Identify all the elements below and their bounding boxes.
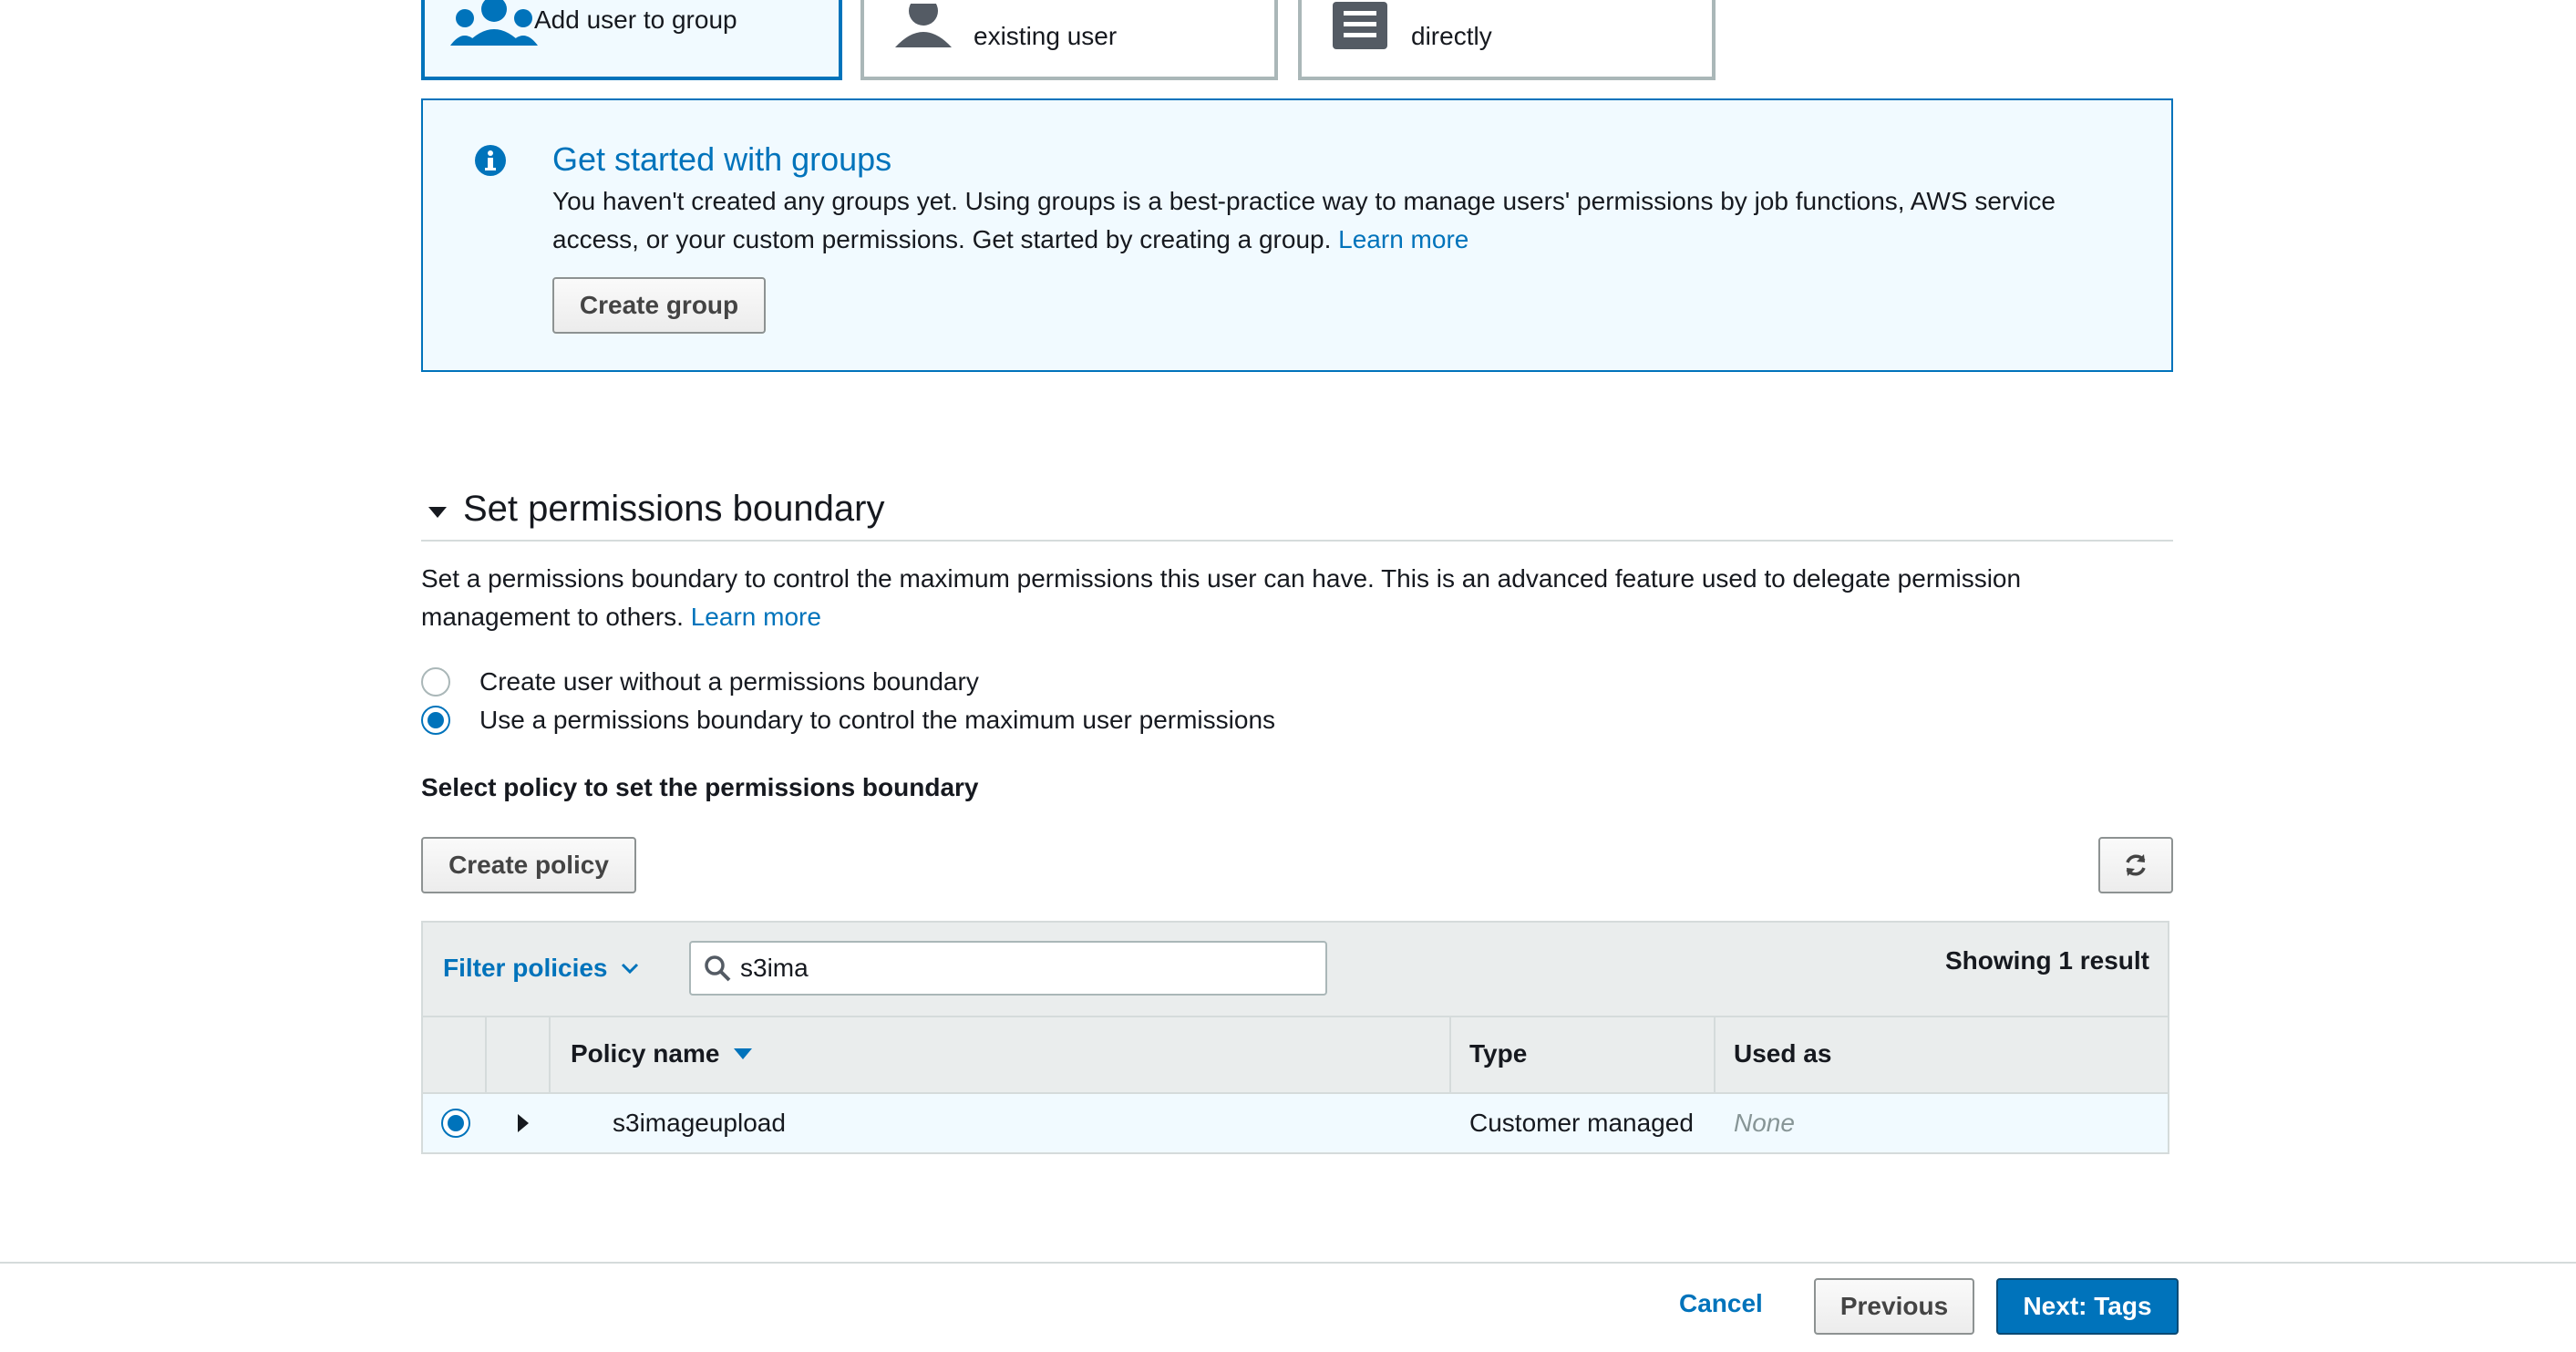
chevron-down-icon xyxy=(621,963,638,975)
next-tags-button[interactable]: Next: Tags xyxy=(1996,1278,2179,1335)
search-icon xyxy=(705,955,731,982)
option-attach-directly[interactable]: directly xyxy=(1298,0,1716,80)
showing-result-count: Showing 1 result xyxy=(1944,946,2149,975)
radio-without-boundary[interactable] xyxy=(421,667,450,697)
column-header-policy-name-label: Policy name xyxy=(571,1039,720,1068)
radio-option-without-boundary[interactable]: Create user without a permissions bounda… xyxy=(421,664,979,700)
info-circle-icon xyxy=(475,145,506,176)
table-header-row: Policy name Type Used as xyxy=(423,1017,2168,1094)
refresh-button[interactable] xyxy=(2098,837,2173,893)
filter-policies-dropdown[interactable]: Filter policies xyxy=(443,954,639,983)
option-add-to-group-label: Add user to group xyxy=(534,5,737,34)
row-select-radio[interactable] xyxy=(441,1109,470,1138)
info-body-text: You haven't created any groups yet. Usin… xyxy=(552,187,2056,253)
previous-button[interactable]: Previous xyxy=(1814,1278,1974,1335)
caret-right-icon[interactable] xyxy=(518,1114,529,1132)
option-attach-directly-label: directly xyxy=(1411,22,1492,50)
option-copy-existing-label: existing user xyxy=(974,22,1118,50)
radio-use-boundary-label: Use a permissions boundary to control th… xyxy=(479,706,1276,734)
table-row[interactable]: s3imageupload Customer managed None xyxy=(423,1094,2168,1152)
search-input[interactable] xyxy=(740,954,1287,983)
filter-policies-label: Filter policies xyxy=(443,954,608,982)
column-header-policy-name[interactable]: Policy name xyxy=(571,1039,753,1068)
policy-used-as: None xyxy=(1734,1109,1795,1137)
boundary-learn-more-link[interactable]: Learn more xyxy=(691,603,821,631)
section-description-text: Set a permissions boundary to control th… xyxy=(421,564,2022,631)
filter-bar: Filter policies Showing 1 result xyxy=(423,923,2168,1017)
radio-use-boundary[interactable] xyxy=(421,706,450,735)
footer-divider xyxy=(0,1262,2576,1264)
page: Add user to group existing user directly… xyxy=(0,0,2576,1352)
user-icon xyxy=(895,4,952,47)
option-add-to-group[interactable]: Add user to group xyxy=(421,0,842,80)
policy-name-link[interactable]: s3imageupload xyxy=(613,1109,786,1138)
document-icon xyxy=(1333,2,1387,49)
radio-without-boundary-label: Create user without a permissions bounda… xyxy=(479,667,979,696)
info-alert: Get started with groups You haven't crea… xyxy=(421,98,2173,372)
create-policy-button[interactable]: Create policy xyxy=(421,837,636,893)
option-copy-existing[interactable]: existing user xyxy=(860,0,1278,80)
policy-table: Filter policies Showing 1 result Policy … xyxy=(421,921,2169,1154)
column-header-used-as[interactable]: Used as xyxy=(1734,1039,1831,1068)
policy-type: Customer managed xyxy=(1469,1109,1694,1137)
caret-down-icon xyxy=(428,507,447,518)
create-group-button[interactable]: Create group xyxy=(552,277,766,334)
cancel-link[interactable]: Cancel xyxy=(1679,1289,1763,1318)
permissions-boundary-section-header[interactable]: Set permissions boundary xyxy=(421,483,2173,542)
sort-desc-icon xyxy=(734,1048,753,1059)
info-body: You haven't created any groups yet. Usin… xyxy=(552,182,2120,259)
section-description: Set a permissions boundary to control th… xyxy=(421,560,2173,636)
radio-option-use-boundary[interactable]: Use a permissions boundary to control th… xyxy=(421,702,1275,738)
select-policy-heading: Select policy to set the permissions bou… xyxy=(421,773,979,801)
info-title: Get started with groups xyxy=(552,140,892,178)
info-learn-more-link[interactable]: Learn more xyxy=(1338,225,1468,253)
section-title: Set permissions boundary xyxy=(463,489,885,529)
column-header-type[interactable]: Type xyxy=(1469,1039,1527,1068)
users-group-icon xyxy=(450,0,538,46)
search-box[interactable] xyxy=(689,941,1327,996)
refresh-icon xyxy=(2126,854,2146,876)
